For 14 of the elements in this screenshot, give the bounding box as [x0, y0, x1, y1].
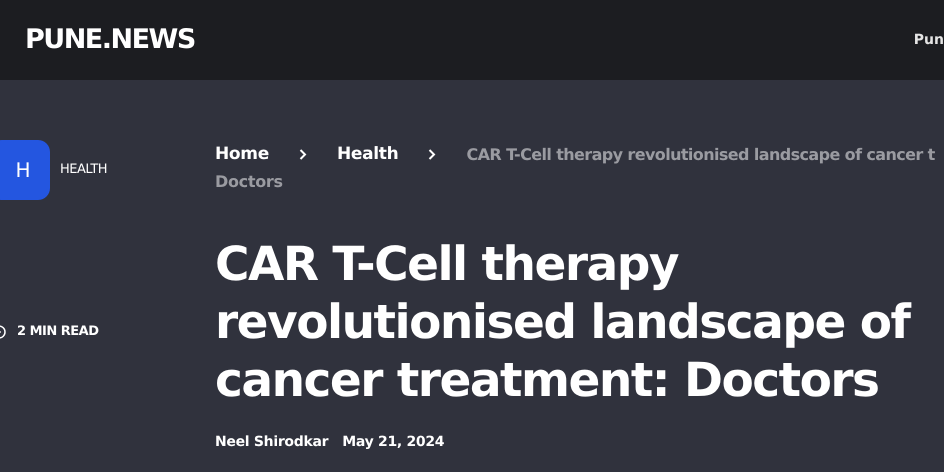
- article-title: CAR T-Cell therapy revolutionised landscape of cancer treatment: Doctors: [215, 236, 912, 410]
- author-link[interactable]: Neel Shirodkar: [215, 432, 328, 452]
- nav-link[interactable]: Pun: [914, 30, 944, 50]
- chevron-right-icon: [428, 149, 436, 160]
- publish-date: May 21, 2024: [342, 432, 444, 452]
- category-label[interactable]: HEALTH: [60, 160, 108, 180]
- breadcrumb-current: CAR T-Cell therapy revolutionised landscape of cancer t: [466, 144, 935, 166]
- breadcrumb-link[interactable]: Health: [336, 142, 398, 168]
- breadcrumb-current: Doctors: [215, 170, 284, 192]
- site-logo[interactable]: PUNE.NEWS: [25, 20, 195, 60]
- category-badge[interactable]: H: [0, 140, 50, 200]
- read-time: 2 MIN READ: [17, 323, 98, 341]
- breadcrumb-link[interactable]: Home: [215, 142, 269, 168]
- chevron-right-icon: [298, 149, 307, 160]
